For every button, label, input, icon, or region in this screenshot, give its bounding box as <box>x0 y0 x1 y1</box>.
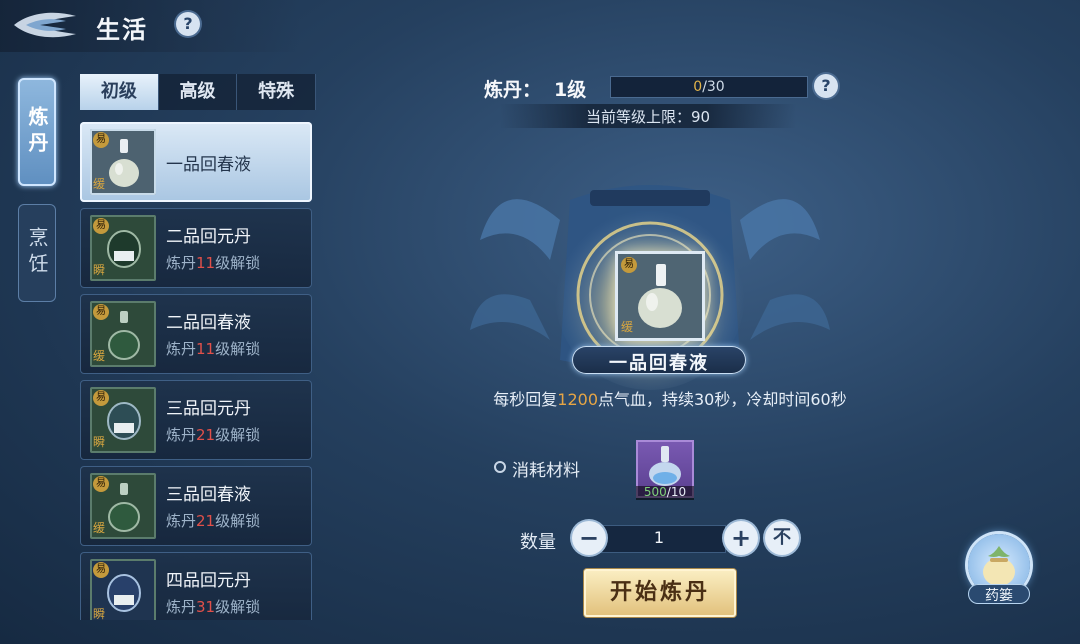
recipe-icon: 易 缓 <box>90 301 156 367</box>
quantity-value: 1 <box>653 528 665 547</box>
back-arrow-icon[interactable] <box>10 8 80 42</box>
recipe-name: 一品回春液 <box>166 155 251 175</box>
start-alchemy-button[interactable]: 开始炼丹 <box>584 569 736 617</box>
easy-badge: 易 <box>93 218 109 234</box>
effect-type-badge: 瞬 <box>93 607 106 620</box>
recipe-icon: 易 缓 <box>90 473 156 539</box>
effect-type-badge: 缓 <box>93 177 106 191</box>
skill-level: 1级 <box>554 79 587 101</box>
increase-button[interactable]: + <box>724 521 758 555</box>
tab-advanced[interactable]: 高级 <box>159 74 238 110</box>
recipe-item[interactable]: 易 缓 二品回春液 炼丹11级解锁 <box>80 294 312 374</box>
page-title: 生活 <box>96 16 148 44</box>
effect-type-badge: 瞬 <box>93 435 106 449</box>
gourd-bottle-icon <box>108 311 140 360</box>
easy-badge: 易 <box>93 562 109 578</box>
effect-type-badge: 缓 <box>93 349 106 363</box>
pill-jar-icon <box>107 574 141 612</box>
tab-special[interactable]: 特殊 <box>237 74 317 110</box>
quantity-label: 数量 <box>520 532 556 553</box>
product-icon: 易 缓 <box>618 254 702 338</box>
skill-label: 炼丹： <box>484 79 542 101</box>
easy-badge: 易 <box>93 390 109 406</box>
help-icon[interactable]: ? <box>814 74 838 98</box>
recipe-item[interactable]: 易 缓 三品回春液 炼丹21级解锁 <box>80 466 312 546</box>
potion-bottle-icon <box>109 139 139 187</box>
product-name: 一品回春液 <box>609 353 709 374</box>
gourd-bottle-icon <box>108 483 140 532</box>
effect-type-badge: 缓 <box>93 521 106 535</box>
recipe-name: 三品回元丹 <box>166 399 251 419</box>
recipe-icon: 易 缓 <box>90 129 156 195</box>
level-cap-text: 当前等级上限：90 <box>585 108 711 126</box>
easy-badge: 易 <box>93 476 109 492</box>
recipe-item[interactable]: 易 瞬 四品回元丹 炼丹31级解锁 <box>80 552 312 620</box>
recipe-item[interactable]: 易 缓 一品回春液 <box>80 122 312 202</box>
unlock-requirement: 炼丹21级解锁 <box>166 426 261 444</box>
unlock-requirement: 炼丹11级解锁 <box>166 254 261 272</box>
help-icon[interactable]: ? <box>176 12 200 36</box>
recipe-item[interactable]: 易 瞬 二品回元丹 炼丹11级解锁 <box>80 208 312 288</box>
tab-cooking[interactable]: 烹饪 <box>18 204 56 302</box>
recipe-icon: 易 瞬 <box>90 559 156 620</box>
unlock-requirement: 炼丹21级解锁 <box>166 512 261 530</box>
pill-jar-icon <box>107 230 141 268</box>
materials-label: 消耗材料 <box>512 461 580 481</box>
bullet-icon <box>494 461 506 473</box>
effect-type-badge: 瞬 <box>93 263 106 277</box>
unlock-requirement: 炼丹11级解锁 <box>166 340 261 358</box>
exp-progress-text: 0/30 <box>693 79 725 95</box>
recipe-icon: 易 瞬 <box>90 387 156 453</box>
recipe-name: 三品回春液 <box>166 485 251 505</box>
easy-badge: 易 <box>93 132 109 148</box>
recipe-icon: 易 瞬 <box>90 215 156 281</box>
material-count: 500/10 <box>643 485 687 499</box>
recipe-name: 二品回元丹 <box>166 227 251 247</box>
tab-basic[interactable]: 初级 <box>80 74 159 110</box>
recipe-item[interactable]: 易 瞬 三品回元丹 炼丹21级解锁 <box>80 380 312 460</box>
pill-jar-icon <box>107 402 141 440</box>
recipe-name: 四品回元丹 <box>166 571 251 591</box>
unlock-requirement: 炼丹31级解锁 <box>166 598 261 616</box>
recipe-list: 易 缓 一品回春液 易 瞬 二品回元丹 炼丹11级解锁 易 缓 二品回春液 炼丹… <box>80 120 314 620</box>
product-effect: 每秒回复1200点气血，持续30秒，冷却时间60秒 <box>493 390 847 409</box>
easy-badge: 易 <box>621 257 637 273</box>
exp-progress-bar: 0/30 <box>610 76 808 98</box>
decrease-button[interactable]: − <box>572 521 606 555</box>
tab-alchemy[interactable]: 炼丹 <box>18 78 56 186</box>
easy-badge: 易 <box>93 304 109 320</box>
max-quantity-button[interactable]: 不 <box>765 521 799 555</box>
grade-tabs: 初级 高级 特殊 <box>80 74 317 110</box>
herb-basket-label: 药篓 <box>985 588 1013 604</box>
recipe-name: 二品回春液 <box>166 313 251 333</box>
effect-type-badge: 缓 <box>621 320 634 334</box>
